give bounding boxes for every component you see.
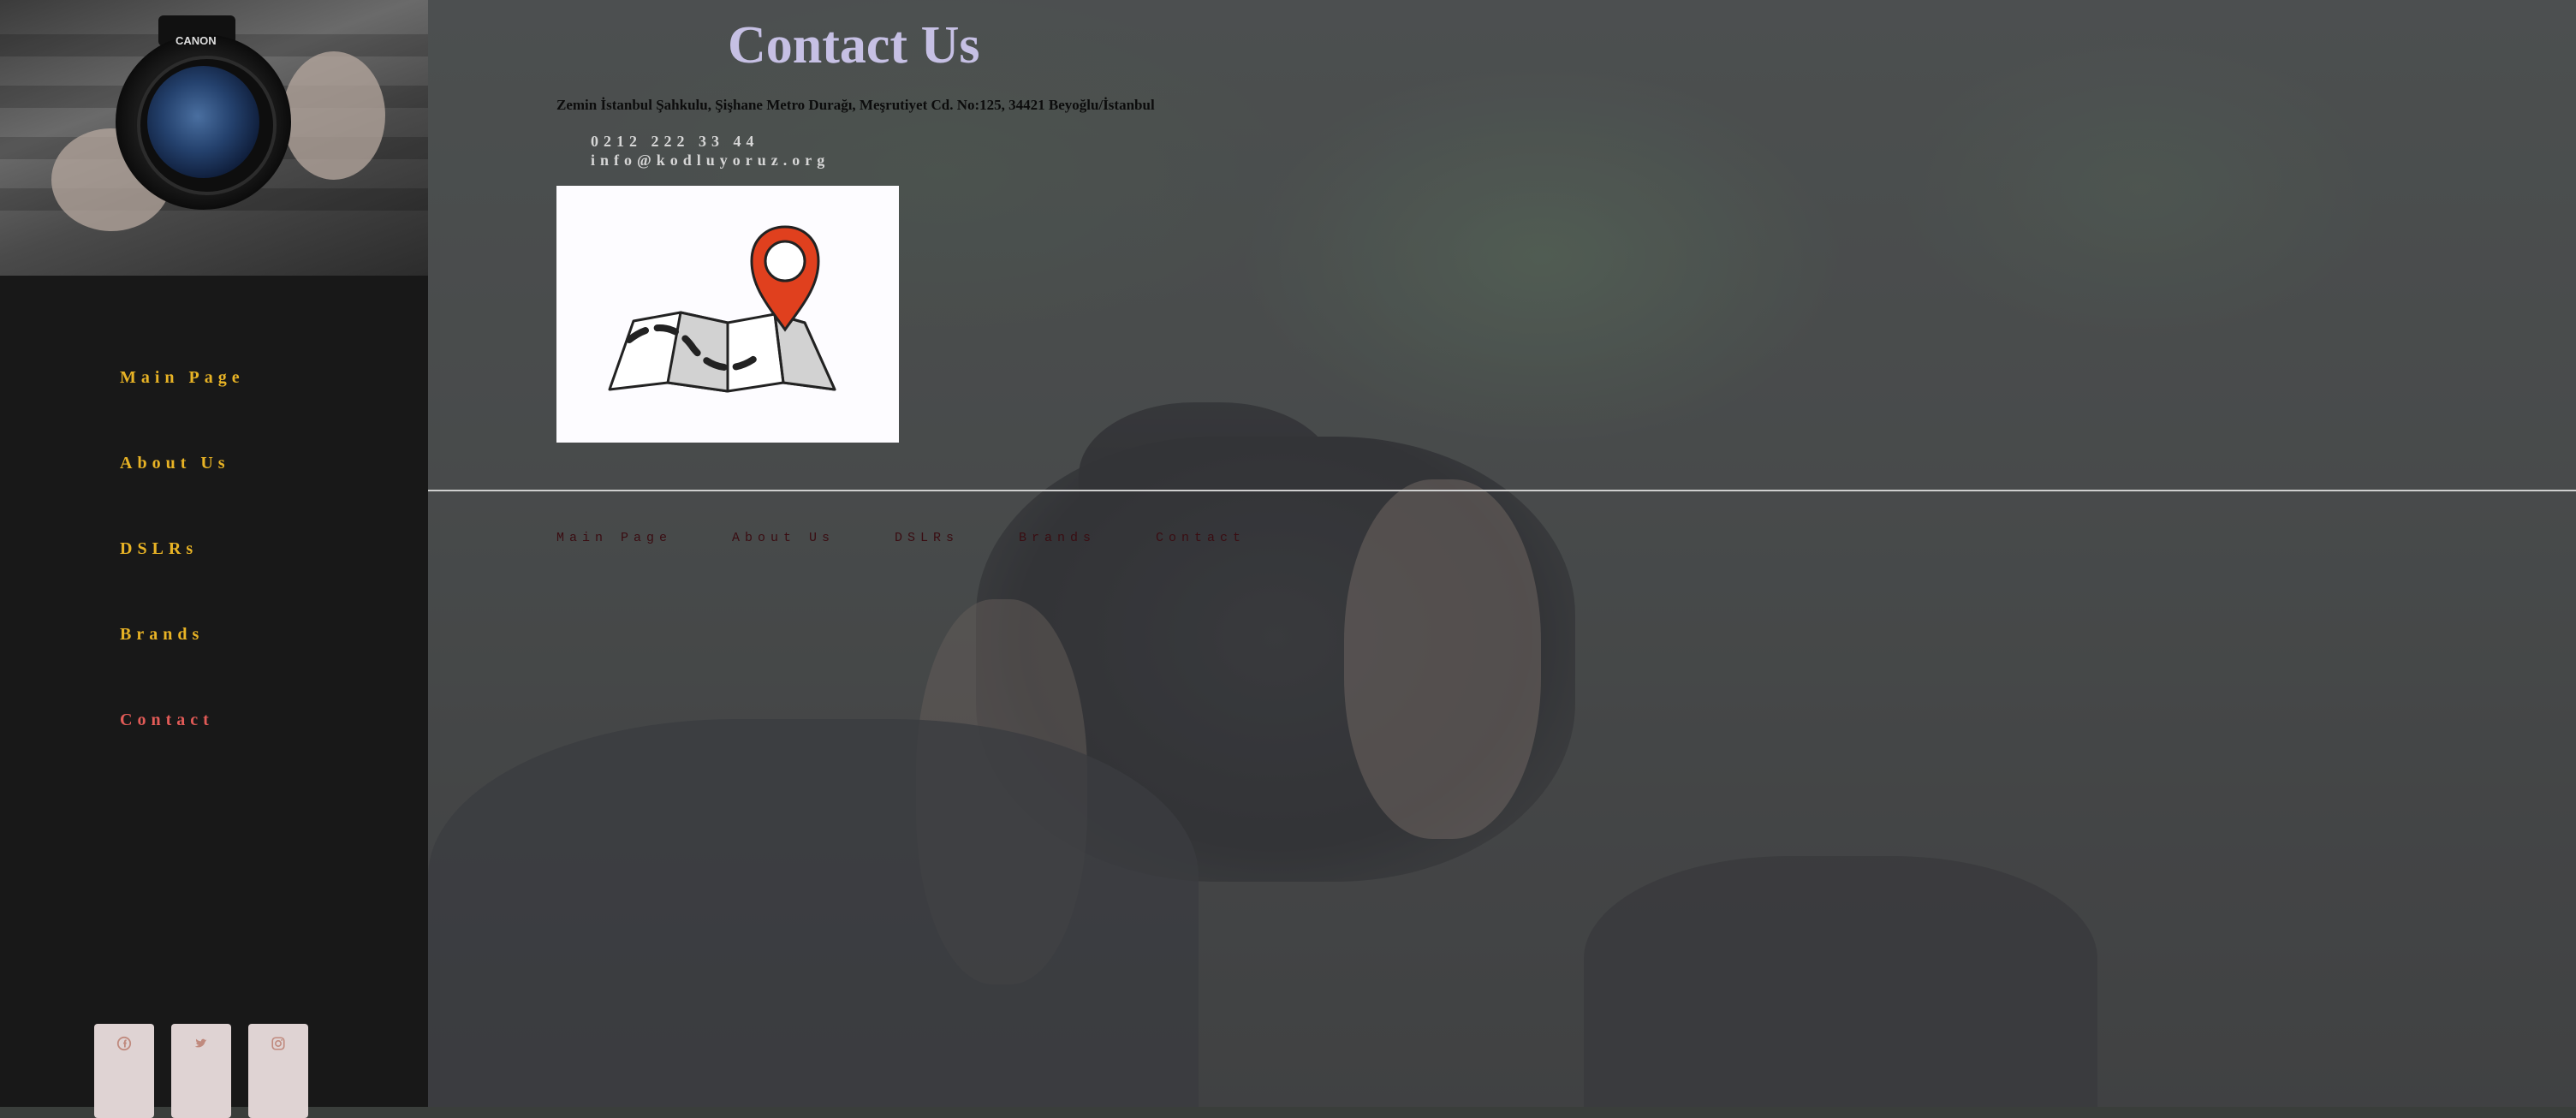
map-image — [556, 186, 899, 443]
footer-link-main-page[interactable]: Main Page — [556, 531, 672, 545]
main-area: Contact Us Zemin İstanbul Şahkulu, Şişha… — [428, 0, 2576, 1107]
sidebar-item-dslrs[interactable]: DSLRs — [120, 539, 245, 625]
footer-link-about-us[interactable]: About Us — [732, 531, 835, 545]
email-address: info@kodluyoruz.org — [591, 152, 830, 169]
sidebar-item-about-us[interactable]: About Us — [120, 454, 245, 539]
instagram-button[interactable] — [248, 1024, 308, 1118]
address-text: Zemin İstanbul Şahkulu, Şişhane Metro Du… — [556, 97, 1155, 113]
camera-brand-text: CANON — [176, 34, 217, 47]
sidebar-item-contact[interactable]: Contact — [120, 711, 245, 796]
footer-link-contact[interactable]: Contact — [1156, 531, 1246, 545]
divider-line — [428, 490, 2576, 491]
page-title: Contact Us — [728, 16, 980, 74]
sidebar-camera-photo: CANON — [0, 0, 428, 276]
map-pin-icon — [608, 225, 836, 393]
sidebar-nav: Main Page About Us DSLRs Brands Contact — [120, 368, 245, 796]
facebook-icon — [116, 1036, 132, 1051]
twitter-button[interactable] — [171, 1024, 231, 1118]
twitter-icon — [194, 1038, 207, 1048]
contact-content: Contact Us Zemin İstanbul Şahkulu, Şişha… — [428, 0, 2576, 1107]
sidebar-item-main-page[interactable]: Main Page — [120, 368, 245, 454]
facebook-button[interactable] — [94, 1024, 154, 1118]
instagram-icon — [271, 1037, 285, 1050]
footer-link-brands[interactable]: Brands — [1019, 531, 1096, 545]
phone-number: 0212 222 33 44 — [591, 133, 759, 150]
sidebar: CANON Main Page About Us DSLRs Brands Co… — [0, 0, 428, 1118]
footer-link-dslrs[interactable]: DSLRs — [895, 531, 959, 545]
sidebar-item-brands[interactable]: Brands — [120, 625, 245, 711]
